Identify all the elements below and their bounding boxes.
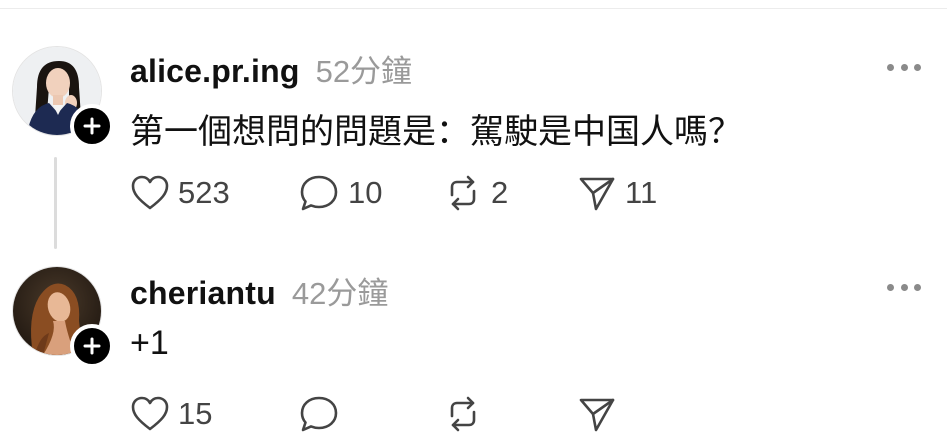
username-link[interactable]: cheriantu — [130, 275, 276, 312]
like-count: 15 — [178, 396, 213, 431]
like-button[interactable]: 523 — [130, 171, 230, 215]
speech-bubble-icon — [300, 396, 338, 432]
repost-button[interactable] — [443, 392, 491, 436]
share-button[interactable]: 11 — [577, 171, 657, 215]
share-button[interactable] — [577, 392, 625, 436]
follow-button[interactable] — [70, 104, 114, 148]
reply-button[interactable]: 10 — [298, 171, 382, 215]
post-header: cheriantu 42分鐘 — [130, 268, 388, 313]
heart-icon — [131, 175, 169, 210]
action-bar: 523 10 2 11 — [130, 171, 730, 215]
action-bar: 15 — [130, 392, 730, 436]
more-dots-icon[interactable] — [887, 62, 921, 72]
paper-plane-icon — [579, 398, 615, 432]
speech-bubble-icon — [300, 175, 338, 211]
like-count: 523 — [178, 175, 230, 210]
share-count: 11 — [625, 175, 658, 210]
plus-icon — [83, 337, 101, 355]
post-text: 第一個想問的問題是：駕駛是中国人嗎？ — [130, 113, 742, 151]
timestamp: 52分鐘 — [315, 54, 413, 89]
top-divider — [0, 8, 947, 9]
heart-icon — [131, 396, 169, 431]
reply-button[interactable] — [298, 392, 348, 436]
like-button[interactable]: 15 — [130, 392, 212, 436]
avatar-container[interactable] — [12, 266, 114, 368]
plus-icon — [83, 117, 101, 135]
avatar-container[interactable] — [12, 46, 114, 148]
repost-arrows-icon — [450, 396, 476, 432]
post-text: +1 — [130, 324, 169, 362]
repost-count: 2 — [491, 175, 509, 210]
paper-plane-icon — [579, 177, 615, 211]
username-link[interactable]: alice.pr.ing — [130, 53, 300, 90]
more-dots-icon[interactable] — [887, 282, 921, 292]
timestamp: 42分鐘 — [291, 276, 389, 311]
thread-connector-line — [54, 157, 57, 249]
reply-count: 10 — [348, 175, 383, 210]
repost-arrows-icon — [450, 175, 476, 211]
repost-button[interactable]: 2 — [443, 171, 508, 215]
post-header: alice.pr.ing 52分鐘 — [130, 46, 412, 91]
follow-button[interactable] — [70, 324, 114, 368]
